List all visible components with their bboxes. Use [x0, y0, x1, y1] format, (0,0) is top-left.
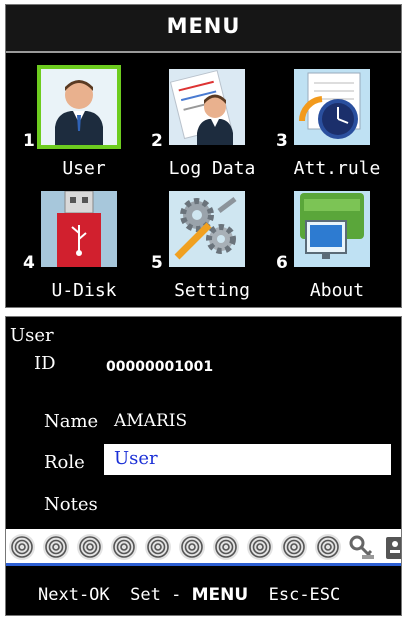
esc-hint: Esc-ESC	[268, 585, 341, 605]
about-fingerprint-icon	[294, 191, 370, 267]
divider	[6, 563, 401, 566]
name-label: Name	[44, 411, 99, 432]
log-data-icon	[169, 69, 245, 145]
set-hint: Set -	[130, 585, 192, 605]
menu-item-number: 1	[23, 131, 35, 151]
attendance-rule-icon	[294, 69, 370, 145]
role-field[interactable]: User	[104, 444, 391, 475]
menu-item-u-disk[interactable]: 4 U-Disk	[23, 191, 149, 309]
menu-item-label: Att.rule	[293, 158, 381, 179]
fingerprint-icon[interactable]	[144, 533, 172, 561]
fingerprint-icon[interactable]	[76, 533, 104, 561]
settings-gears-icon	[169, 191, 245, 267]
menu-item-number: 2	[151, 131, 163, 151]
fingerprint-icon[interactable]	[314, 533, 342, 561]
menu-item-user[interactable]: 1 User	[23, 65, 149, 187]
fingerprint-icon[interactable]	[246, 533, 274, 561]
screen-header: User	[10, 325, 54, 346]
id-value[interactable]: 00000001001	[106, 359, 213, 375]
menu-key-hint: MENU	[191, 585, 249, 605]
enrollment-strip	[6, 529, 401, 563]
menu-item-number: 5	[151, 253, 163, 273]
fingerprint-icon[interactable]	[280, 533, 308, 561]
key-hint-bar: Next-OK Set - MENU Esc-ESC	[38, 585, 340, 605]
menu-item-log-data[interactable]: 2 Log Data	[151, 69, 277, 187]
menu-item-setting[interactable]: 5 Setting	[151, 191, 277, 309]
menu-title: MENU	[166, 14, 241, 38]
password-key-icon[interactable]	[348, 533, 376, 561]
role-value: User	[114, 448, 158, 469]
fingerprint-icon[interactable]	[178, 533, 206, 561]
role-label: Role	[44, 452, 85, 473]
fingerprint-icon[interactable]	[8, 533, 36, 561]
fingerprint-icon[interactable]	[42, 533, 70, 561]
menu-item-number: 4	[23, 253, 35, 273]
notes-label: Notes	[44, 494, 98, 515]
menu-item-number: 6	[276, 253, 288, 273]
name-value[interactable]: AMARIS	[114, 411, 187, 431]
menu-item-number: 3	[276, 131, 288, 151]
id-label: ID	[34, 353, 56, 374]
menu-item-label: About	[309, 280, 365, 301]
user-edit-screen: User ID 00000001001 Name AMARIS Role Use…	[5, 316, 402, 616]
usb-disk-icon	[41, 191, 117, 267]
menu-item-about[interactable]: 6 About	[276, 191, 402, 309]
card-icon[interactable]	[378, 533, 401, 561]
fingerprint-icon[interactable]	[212, 533, 240, 561]
main-menu-screen: MENU 1 User 2 Log Data 3 Att.rule 4 U-Di…	[5, 4, 402, 308]
user-icon	[41, 69, 117, 145]
menu-item-att-rule[interactable]: 3 Att.rule	[276, 69, 402, 187]
menu-title-bar: MENU	[6, 5, 401, 53]
fingerprint-icon[interactable]	[110, 533, 138, 561]
next-hint: Next-OK	[38, 585, 110, 605]
